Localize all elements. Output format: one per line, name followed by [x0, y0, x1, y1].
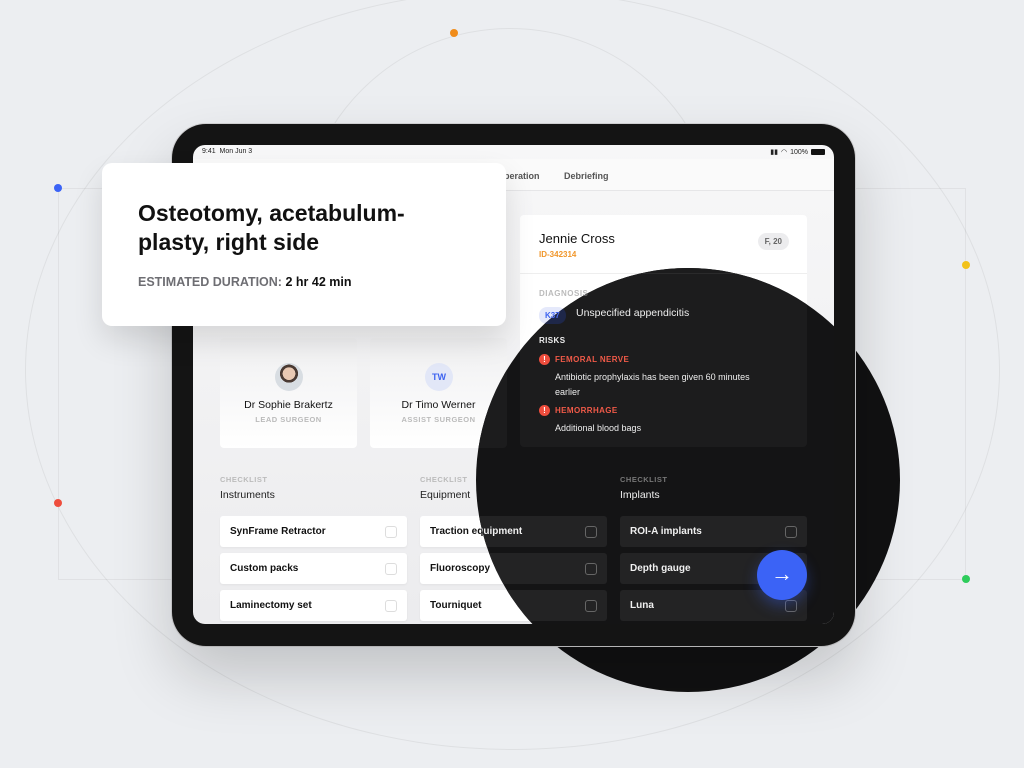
- item-label: Tourniquet: [476, 600, 482, 611]
- patient-id: ID-342314: [539, 250, 577, 259]
- estimated-duration: ESTIMATED DURATION: 2 hr 42 min: [138, 275, 351, 289]
- checklist-equipment-dark: CHECKLIST Equipment Traction equipment F…: [476, 475, 607, 624]
- checkbox[interactable]: [385, 525, 397, 538]
- decor-dot-green: [962, 575, 970, 583]
- item-label: Tourniquet: [430, 600, 482, 611]
- status-bar: 9:41 Mon Jun 3 ▮▮ ◠ 100%: [193, 145, 834, 159]
- checklist-item[interactable]: Custom packs: [220, 553, 407, 584]
- checklist-item[interactable]: SynFrame Retractor: [220, 516, 407, 547]
- checkbox[interactable]: [385, 599, 397, 612]
- item-label: SynFrame Retractor: [230, 526, 326, 537]
- surgeon-card-assist-dark: [476, 338, 507, 448]
- checkbox[interactable]: [585, 562, 597, 575]
- item-label: Laminectomy set: [230, 600, 312, 611]
- patient-name: Jennie Cross: [539, 231, 615, 246]
- checklist-label: CHECKLIST: [476, 475, 607, 484]
- checklist-item[interactable]: Tourniquet: [476, 590, 607, 621]
- checklist-title: Implants: [620, 489, 660, 501]
- procedure-card: Osteotomy, acetabulum-plasty, right side…: [102, 163, 506, 326]
- alert-icon: !: [539, 354, 550, 365]
- diagnosis-code-badge: K37: [539, 307, 566, 324]
- checklist-label: CHECKLIST: [220, 475, 268, 484]
- decor-dot-yellow: [962, 261, 970, 269]
- time: 9:41: [202, 148, 216, 155]
- surgeon-role: LEAD SURGEON: [255, 415, 322, 424]
- patient-card-dark: DIAGNOSIS K37 Unspecified appendicitis R…: [520, 268, 807, 447]
- surgeon-card-lead[interactable]: Dr Sophie Brakertz LEAD SURGEON: [220, 338, 357, 448]
- risk-title: HEMORRHAGE: [555, 406, 618, 415]
- item-label: Fluoroscopy: [476, 563, 491, 574]
- decor-dot-blue: [54, 184, 62, 192]
- checkbox[interactable]: [785, 599, 797, 612]
- next-button[interactable]: →: [757, 550, 807, 600]
- checklist-item[interactable]: Fluoroscopy: [476, 553, 607, 584]
- date: Mon Jun 3: [219, 148, 253, 155]
- status-time: 9:41 Mon Jun 3: [202, 148, 252, 156]
- risks-label: RISKS: [539, 336, 566, 345]
- checkbox[interactable]: [785, 525, 797, 538]
- divider: [520, 273, 807, 274]
- diagnosis-label: DIAGNOSIS: [539, 289, 589, 298]
- checklist-item[interactable]: Traction equipment: [476, 516, 607, 547]
- surgeon-name: Dr Sophie Brakertz: [244, 399, 333, 411]
- arrow-right-icon: →: [771, 561, 793, 586]
- battery-icon: [811, 149, 825, 155]
- item-label: Custom packs: [230, 563, 299, 574]
- alert-icon: !: [539, 405, 550, 416]
- checkbox[interactable]: [585, 599, 597, 612]
- checklist-label: CHECKLIST: [620, 475, 668, 484]
- checklist-item[interactable]: Laminectomy set: [220, 590, 407, 621]
- checkbox[interactable]: [385, 562, 397, 575]
- wifi-icon: ◠: [780, 149, 788, 156]
- item-label: Traction equipment: [476, 526, 523, 537]
- checkbox[interactable]: [585, 525, 597, 538]
- duration-label: ESTIMATED DURATION:: [138, 275, 282, 289]
- checklist-instruments: CHECKLIST Instruments SynFrame Retractor…: [220, 475, 407, 624]
- checklist-title: Equipment: [476, 489, 607, 501]
- status-icons: ▮▮ ◠ 100%: [770, 148, 825, 156]
- diagnosis-text: Unspecified appendicitis: [576, 307, 690, 319]
- avatar: [275, 363, 303, 391]
- signal-icon: ▮▮: [770, 149, 778, 156]
- item-label: ROI-A implants: [630, 526, 702, 537]
- procedure-title: Osteotomy, acetabulum-plasty, right side: [138, 200, 405, 255]
- duration-value: 2 hr 42 min: [285, 275, 352, 289]
- battery-percent: 100%: [790, 148, 808, 156]
- avatar-initials: TW: [425, 363, 453, 391]
- risk-description: Additional blood bags: [555, 423, 642, 433]
- patient-sex-age-badge: F, 20: [757, 233, 789, 250]
- item-label: Depth gauge: [630, 563, 691, 574]
- checklist-item[interactable]: ROI-A implants: [620, 516, 807, 547]
- checklist-title: Instruments: [220, 489, 275, 501]
- item-label: Luna: [630, 600, 654, 611]
- risk-description: Antibiotic prophylaxis has been given 60…: [555, 372, 750, 397]
- decor-dot-orange: [450, 29, 458, 37]
- decor-dot-red: [54, 499, 62, 507]
- tab-debriefing[interactable]: Debriefing: [564, 171, 609, 181]
- risk-title: FEMORAL NERVE: [555, 355, 630, 364]
